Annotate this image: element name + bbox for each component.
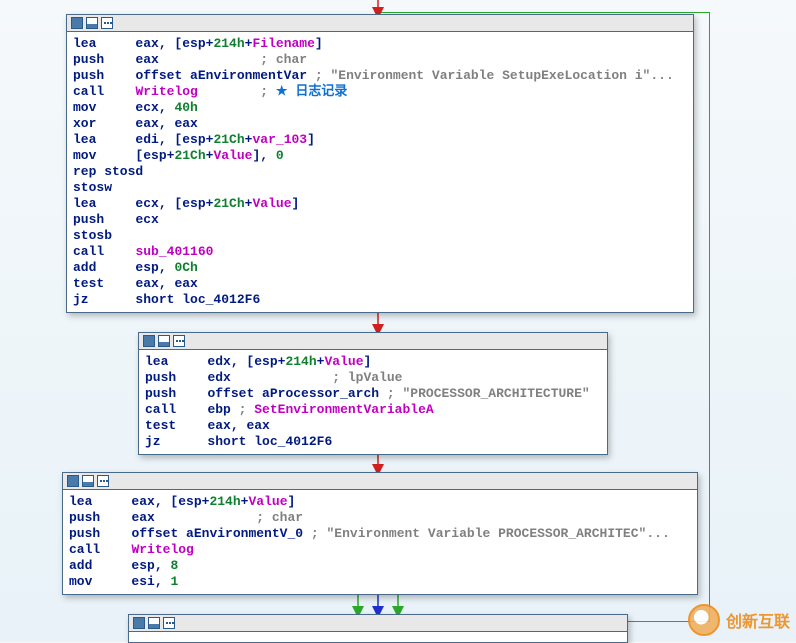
disasm-block-1[interactable]: lea eax, [esp+214h+Filename] push eax ; … [66, 14, 694, 313]
disasm-code[interactable]: lea eax, [esp+214h+Value] push eax ; cha… [63, 490, 697, 594]
chart-icon [148, 617, 160, 629]
view-icon [71, 17, 83, 29]
logo-icon [688, 604, 720, 636]
chart-icon [82, 475, 94, 487]
view-icon [133, 617, 145, 629]
chart-icon [86, 17, 98, 29]
watermark-text: 创新互联 [726, 608, 790, 632]
chart-icon [158, 335, 170, 347]
view-icon [143, 335, 155, 347]
view-icon [67, 475, 79, 487]
watermark-logo: 创新互联 [688, 604, 790, 636]
options-icon [173, 335, 185, 347]
options-icon [101, 17, 113, 29]
disasm-block-3[interactable]: lea eax, [esp+214h+Value] push eax ; cha… [62, 472, 698, 595]
disasm-block-4[interactable] [128, 614, 628, 643]
options-icon [97, 475, 109, 487]
block-titlebar [139, 333, 607, 350]
disasm-block-2[interactable]: lea edx, [esp+214h+Value] push edx ; lpV… [138, 332, 608, 455]
options-icon [163, 617, 175, 629]
disasm-code[interactable]: lea eax, [esp+214h+Filename] push eax ; … [67, 32, 693, 312]
block-titlebar [67, 15, 693, 32]
block-titlebar [63, 473, 697, 490]
disasm-code[interactable] [129, 632, 627, 642]
disasm-code[interactable]: lea edx, [esp+214h+Value] push edx ; lpV… [139, 350, 607, 454]
block-titlebar [129, 615, 627, 632]
